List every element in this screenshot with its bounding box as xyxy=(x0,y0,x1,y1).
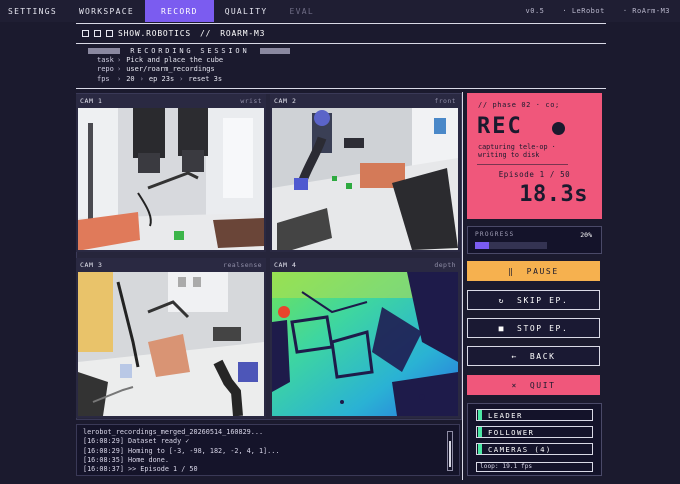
progress-label: PROGRESS xyxy=(475,231,515,238)
progress-bar xyxy=(475,242,547,249)
status-leader: LEADER xyxy=(476,409,593,421)
tab-eval[interactable]: EVAL xyxy=(279,0,325,22)
log-file-name: lerobot_recordings_merged_20260514_16082… xyxy=(83,428,264,436)
camera-source: depth xyxy=(434,261,456,269)
camera-feed-realsense[interactable]: CAM 3 realsense xyxy=(76,258,266,418)
episode-counter: Episode 1 / 50 xyxy=(498,170,571,179)
robot-name: · RoArm-M3 xyxy=(622,7,670,15)
session-title-row: RECORDING SESSION xyxy=(88,47,290,56)
pause-button[interactable]: ‖ PAUSE xyxy=(467,261,600,281)
window-square-icon[interactable] xyxy=(82,29,89,37)
progress-percent: 20% xyxy=(580,231,592,239)
window-square-icon[interactable] xyxy=(106,29,113,37)
camera-feed-front[interactable]: CAM 2 front xyxy=(270,94,460,252)
skip-label: SKIP EP. xyxy=(517,295,569,305)
status-led-icon xyxy=(478,410,482,420)
log-line: [16:08:35] Home done. xyxy=(83,455,169,464)
pause-icon: ‖ xyxy=(508,266,515,276)
camera-source: front xyxy=(434,97,456,105)
divider xyxy=(76,88,606,89)
camera-image xyxy=(78,108,264,250)
decor-block xyxy=(88,48,120,54)
recording-caption: capturing tele-op · writing to disk xyxy=(478,143,556,159)
tab-quality[interactable]: QUALITY xyxy=(214,0,279,22)
camera-source: wrist xyxy=(240,97,262,105)
tab-settings[interactable]: SETTINGS xyxy=(0,0,68,22)
status-led-icon xyxy=(478,444,482,454)
app-name: · LeRobot xyxy=(562,7,605,15)
record-dot-icon xyxy=(552,122,565,135)
skip-icon: ↻ xyxy=(498,295,506,305)
session-fps: fps › 20 › ep 23s › reset 3s xyxy=(97,74,223,83)
rec-state: REC xyxy=(477,114,523,139)
session-repo: repo › user/roarm_recordings xyxy=(97,65,215,74)
version-label: v0.5 xyxy=(525,7,545,15)
top-navigation: SETTINGS WORKSPACE RECORD QUALITY EVAL v… xyxy=(0,0,680,22)
tab-record[interactable]: RECORD xyxy=(145,0,214,22)
log-scrollbar[interactable] xyxy=(447,431,453,471)
log-line: [16:08:29] Dataset ready ✓ xyxy=(83,437,190,446)
log-console[interactable]: lerobot_recordings_merged_20260514_16082… xyxy=(76,424,460,476)
elapsed-time: 18.3s xyxy=(519,182,588,207)
header-divider: // xyxy=(200,28,212,38)
camera-source: realsense xyxy=(223,261,262,269)
stop-episode-button[interactable]: ■ STOP EP. xyxy=(467,318,600,338)
window-square-icon[interactable] xyxy=(94,29,101,37)
connection-status-panel: LEADER FOLLOWER CAMERAS (4) loop: 19.1 f… xyxy=(467,403,602,476)
tab-workspace[interactable]: WORKSPACE xyxy=(68,0,145,22)
camera-label: CAM 4 xyxy=(274,261,297,269)
page-header: SHOW.ROBOTICS // ROARM-M3 xyxy=(76,24,606,42)
stop-icon: ■ xyxy=(498,323,506,333)
nav-info: v0.5 · LeRobot · RoArm-M3 xyxy=(526,0,670,22)
camera-image xyxy=(78,272,264,416)
recording-status-card: // phase 02 · co; REC capturing tele-op … xyxy=(467,93,602,219)
session-task: task › Pick and place the cube xyxy=(97,56,224,65)
loop-rate: loop: 19.1 fps xyxy=(476,462,593,472)
progress-panel: PROGRESS 20% xyxy=(467,226,602,254)
camera-label: CAM 1 xyxy=(80,97,103,105)
header-robot: ROARM-M3 xyxy=(220,28,266,38)
session-info: RECORDING SESSION task › Pick and place th… xyxy=(88,47,290,84)
decor-block xyxy=(259,48,290,54)
column-divider xyxy=(462,92,463,480)
log-line: [16:08:29] Homing to [-3, -98, 182, -2, … xyxy=(83,446,280,455)
status-led-icon xyxy=(478,427,482,437)
stop-label: STOP EP. xyxy=(517,323,569,333)
quit-label: QUIT xyxy=(529,380,556,390)
back-label: BACK xyxy=(529,351,556,361)
pause-label: PAUSE xyxy=(526,266,559,276)
camera-feed-depth[interactable]: CAM 4 depth xyxy=(270,258,460,418)
camera-feed-wrist[interactable]: CAM 1 wrist xyxy=(76,94,266,252)
status-cameras: CAMERAS (4) xyxy=(476,443,593,455)
brand-name: SHOW.ROBOTICS xyxy=(118,28,192,38)
scrollbar-thumb[interactable] xyxy=(449,441,451,467)
session-title: RECORDING SESSION xyxy=(130,47,250,55)
status-follower: FOLLOWER xyxy=(476,426,593,438)
back-button[interactable]: ← BACK xyxy=(467,346,600,366)
divider xyxy=(477,164,568,165)
phase-label: // phase 02 · co; xyxy=(478,101,560,109)
quit-button[interactable]: × QUIT xyxy=(467,375,600,395)
camera-label: CAM 3 xyxy=(80,261,103,269)
progress-fill xyxy=(475,242,490,249)
camera-label: CAM 2 xyxy=(274,97,297,105)
arrow-left-icon: ← xyxy=(511,351,518,361)
divider xyxy=(76,43,606,44)
close-icon: × xyxy=(511,380,518,390)
camera-image xyxy=(272,108,458,250)
camera-image xyxy=(272,272,458,416)
skip-episode-button[interactable]: ↻ SKIP EP. xyxy=(467,290,600,310)
log-line: [16:08:37] >> Episode 1 / 50 xyxy=(83,465,198,474)
